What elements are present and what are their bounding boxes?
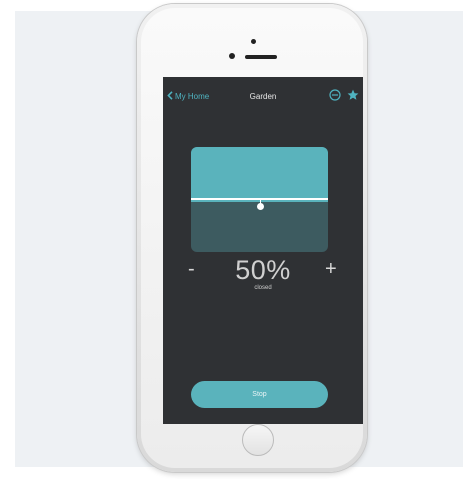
nav-actions [323, 88, 359, 106]
minus-circle-icon[interactable] [329, 88, 341, 106]
camera-icon [229, 53, 235, 59]
star-icon[interactable] [347, 88, 359, 106]
shade-panel [191, 147, 328, 202]
sensor-icon [251, 39, 256, 44]
stop-button[interactable]: Stop [191, 381, 328, 408]
drag-handle[interactable] [257, 203, 264, 210]
increase-button[interactable]: + [325, 258, 337, 281]
speaker-icon [245, 55, 277, 59]
position-status: closed [254, 285, 272, 291]
app-screen: My Home Garden - 50% + closed Stop [163, 77, 363, 424]
home-button[interactable] [242, 424, 274, 456]
position-controls: - 50% + closed [163, 255, 363, 305]
nav-bar: My Home Garden [163, 77, 363, 117]
shade-visual[interactable] [191, 147, 328, 252]
